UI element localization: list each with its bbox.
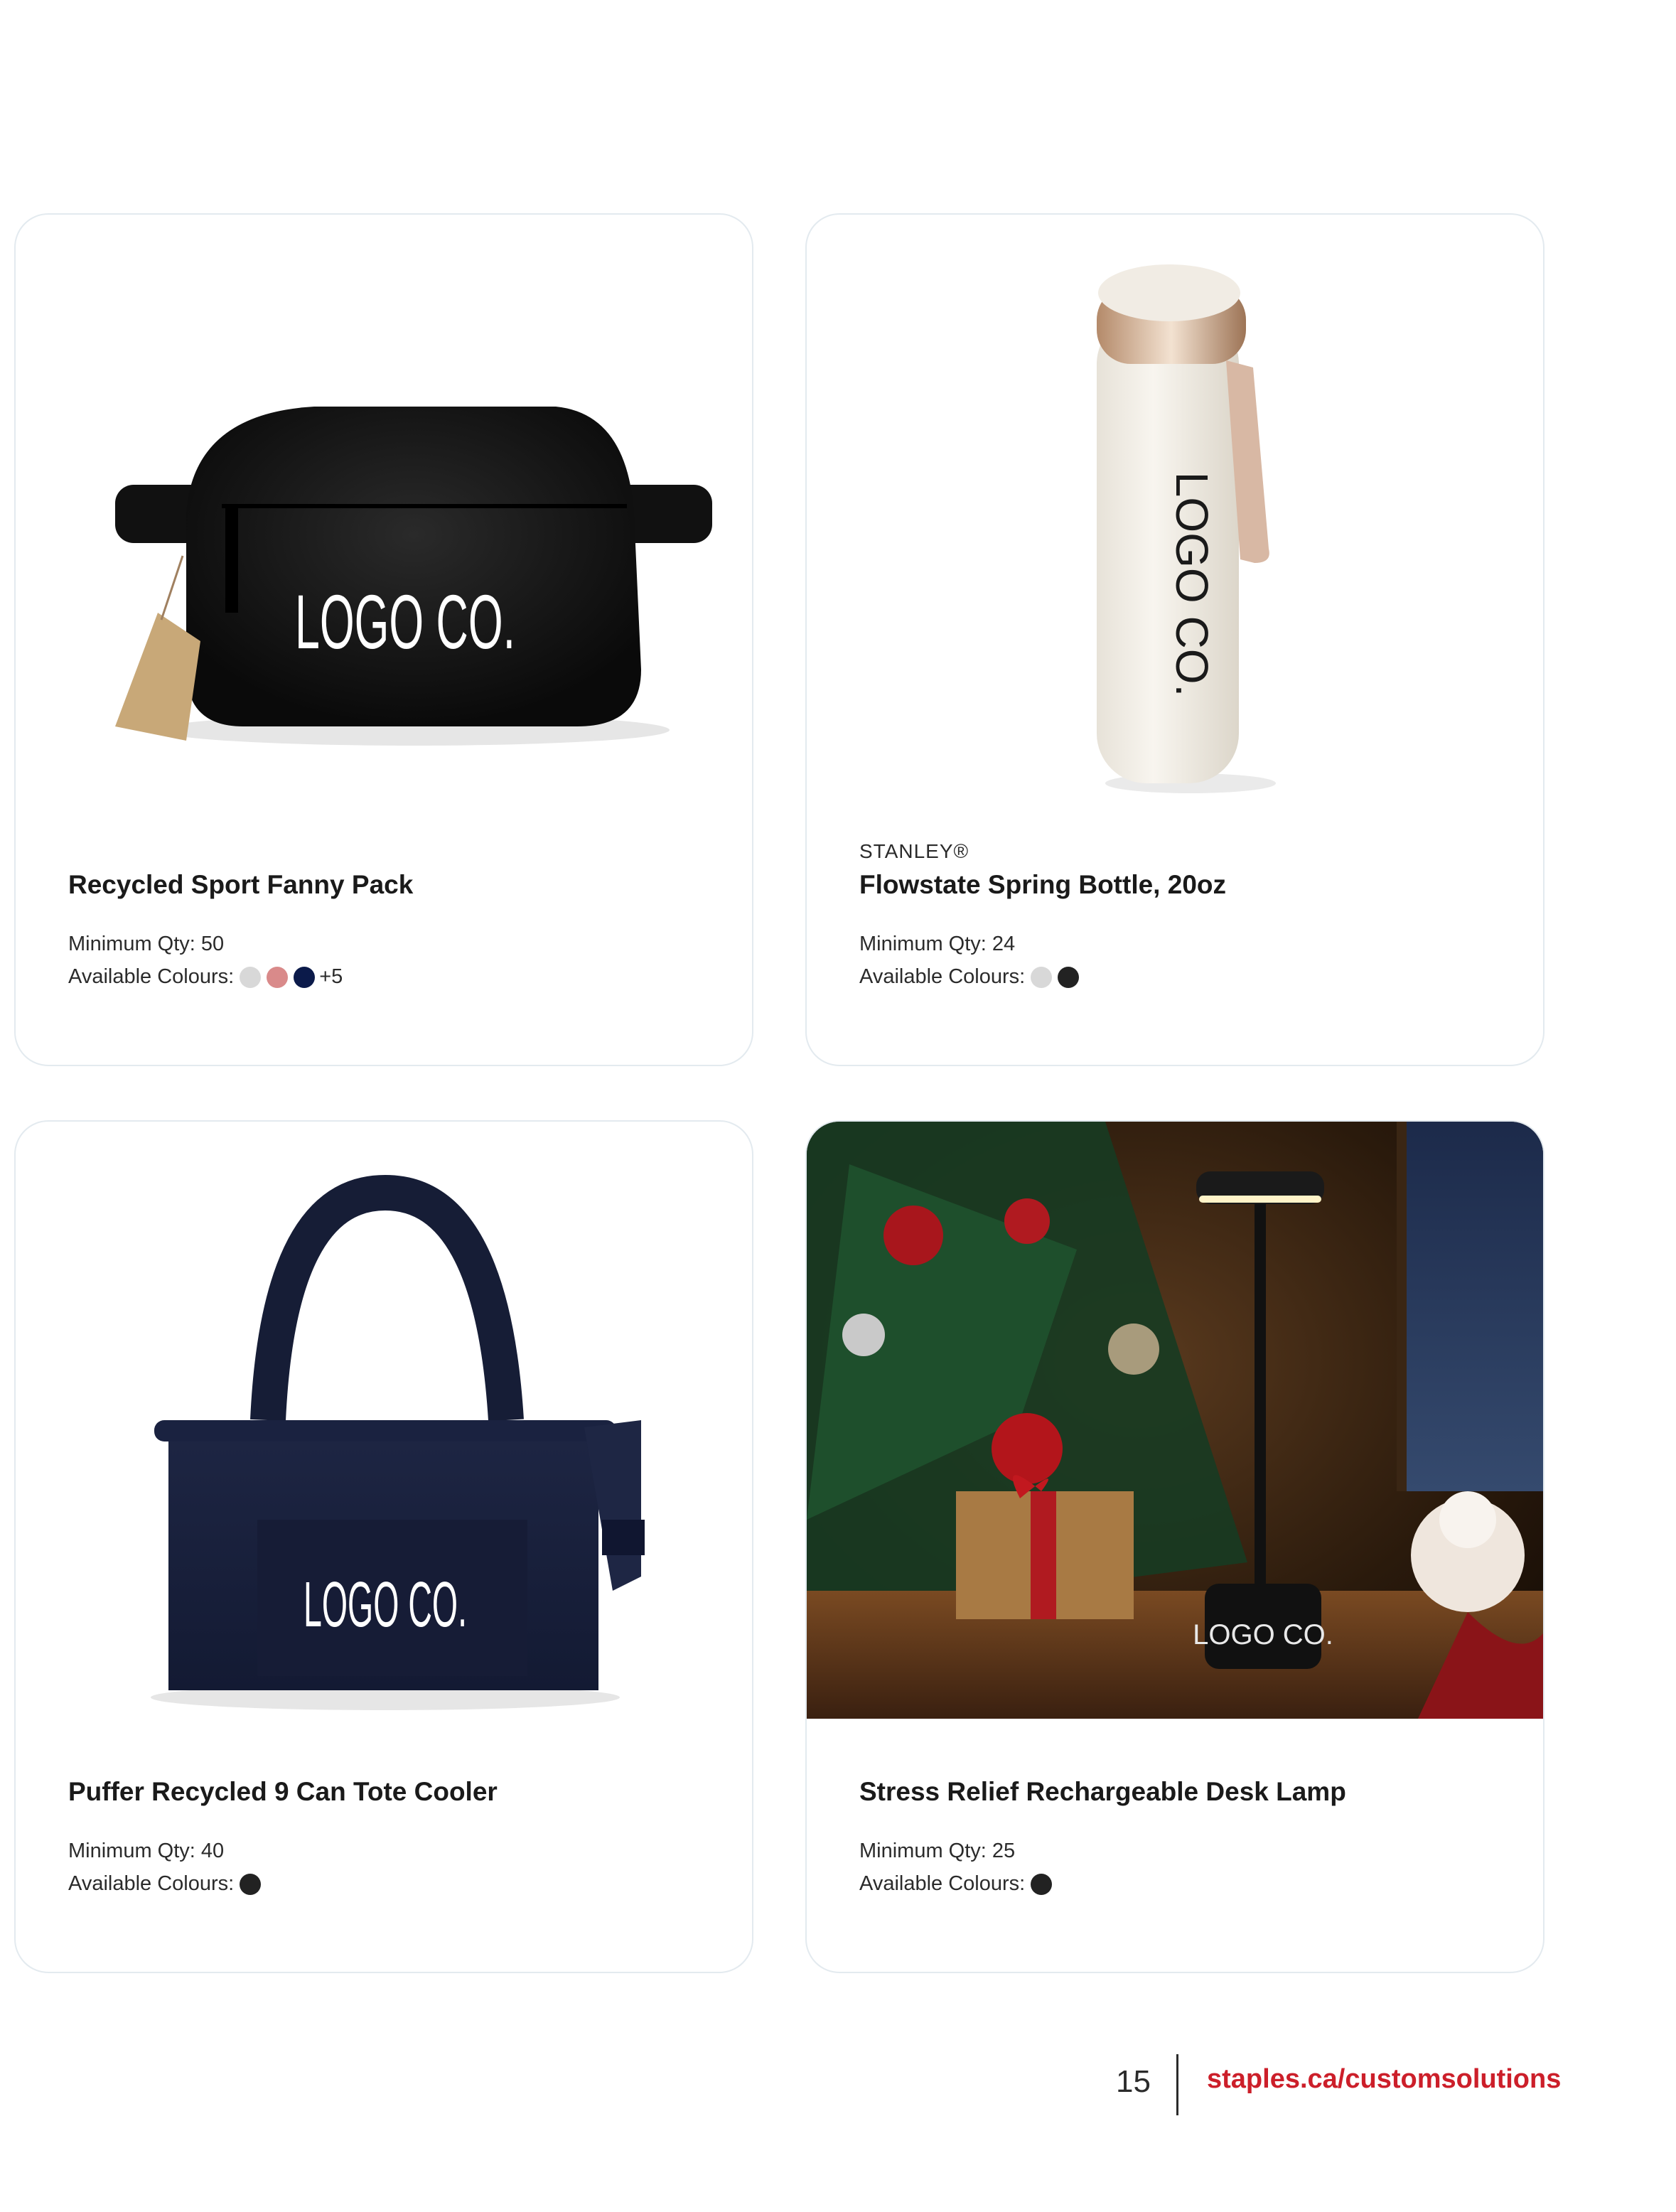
minimum-qty: Minimum Qty: 24 bbox=[859, 933, 1016, 955]
colour-swatch-black[interactable] bbox=[1031, 1873, 1053, 1895]
product-title[interactable]: Recycled Sport Fanny Pack bbox=[68, 870, 413, 900]
logo-text: LOGO CO. bbox=[303, 1569, 467, 1641]
minimum-qty: Minimum Qty: 25 bbox=[859, 1840, 1016, 1862]
product-title[interactable]: Flowstate Spring Bottle, 20oz bbox=[859, 870, 1226, 900]
fanny-pack-image: LOGO CO. bbox=[16, 215, 752, 812]
logo-text: LOGO CO. bbox=[1166, 472, 1218, 697]
available-colours: Available Colours: bbox=[68, 1872, 262, 1896]
colours-label: Available Colours: bbox=[859, 1872, 1026, 1895]
colours-label: Available Colours: bbox=[68, 965, 235, 988]
footer-divider bbox=[1176, 2054, 1178, 2115]
colour-swatch-grey[interactable] bbox=[240, 966, 262, 988]
product-brand: STANLEY® bbox=[859, 840, 969, 862]
tote-cooler-image: LOGO CO. bbox=[16, 1122, 752, 1719]
colours-label: Available Colours: bbox=[859, 965, 1026, 988]
minimum-qty: Minimum Qty: 40 bbox=[68, 1840, 225, 1862]
product-title[interactable]: Stress Relief Rechargeable Desk Lamp bbox=[859, 1777, 1346, 1807]
available-colours: Available Colours: bbox=[859, 1872, 1053, 1896]
stanley-bottle-image: LOGO CO. bbox=[807, 215, 1543, 812]
colour-swatch-black[interactable] bbox=[1058, 966, 1080, 988]
colour-swatch-navy[interactable] bbox=[294, 966, 316, 988]
minimum-qty: Minimum Qty: 50 bbox=[68, 933, 225, 955]
colour-swatch-pink[interactable] bbox=[267, 966, 289, 988]
product-card[interactable]: LOGO CO. STANLEY® Flowstate Spring Bottl… bbox=[805, 213, 1545, 1066]
desk-lamp-image: LOGO CO. bbox=[807, 1122, 1543, 1719]
logo-text: LOGO CO. bbox=[1193, 1619, 1333, 1650]
colour-swatch-black[interactable] bbox=[240, 1873, 262, 1895]
page-number: 15 bbox=[1116, 2064, 1151, 2099]
available-colours: Available Colours: bbox=[859, 965, 1080, 989]
logo-text: LOGO CO. bbox=[295, 579, 515, 665]
product-title[interactable]: Puffer Recycled 9 Can Tote Cooler bbox=[68, 1777, 498, 1807]
colour-swatch-grey[interactable] bbox=[1031, 966, 1053, 988]
product-card[interactable]: LOGO CO. Puffer Recycled 9 Can Tote Cool… bbox=[14, 1120, 753, 1973]
colours-label: Available Colours: bbox=[68, 1872, 235, 1895]
website-link[interactable]: staples.ca/customsolutions bbox=[1207, 2064, 1561, 2095]
product-card[interactable]: LOGO CO. Stress Relief Rechargeable Desk… bbox=[805, 1120, 1545, 1973]
available-colours: Available Colours: +5 bbox=[68, 965, 343, 989]
product-card[interactable]: LOGO CO. Recycled Sport Fanny Pack Minim… bbox=[14, 213, 753, 1066]
more-colours-count[interactable]: +5 bbox=[319, 965, 343, 989]
